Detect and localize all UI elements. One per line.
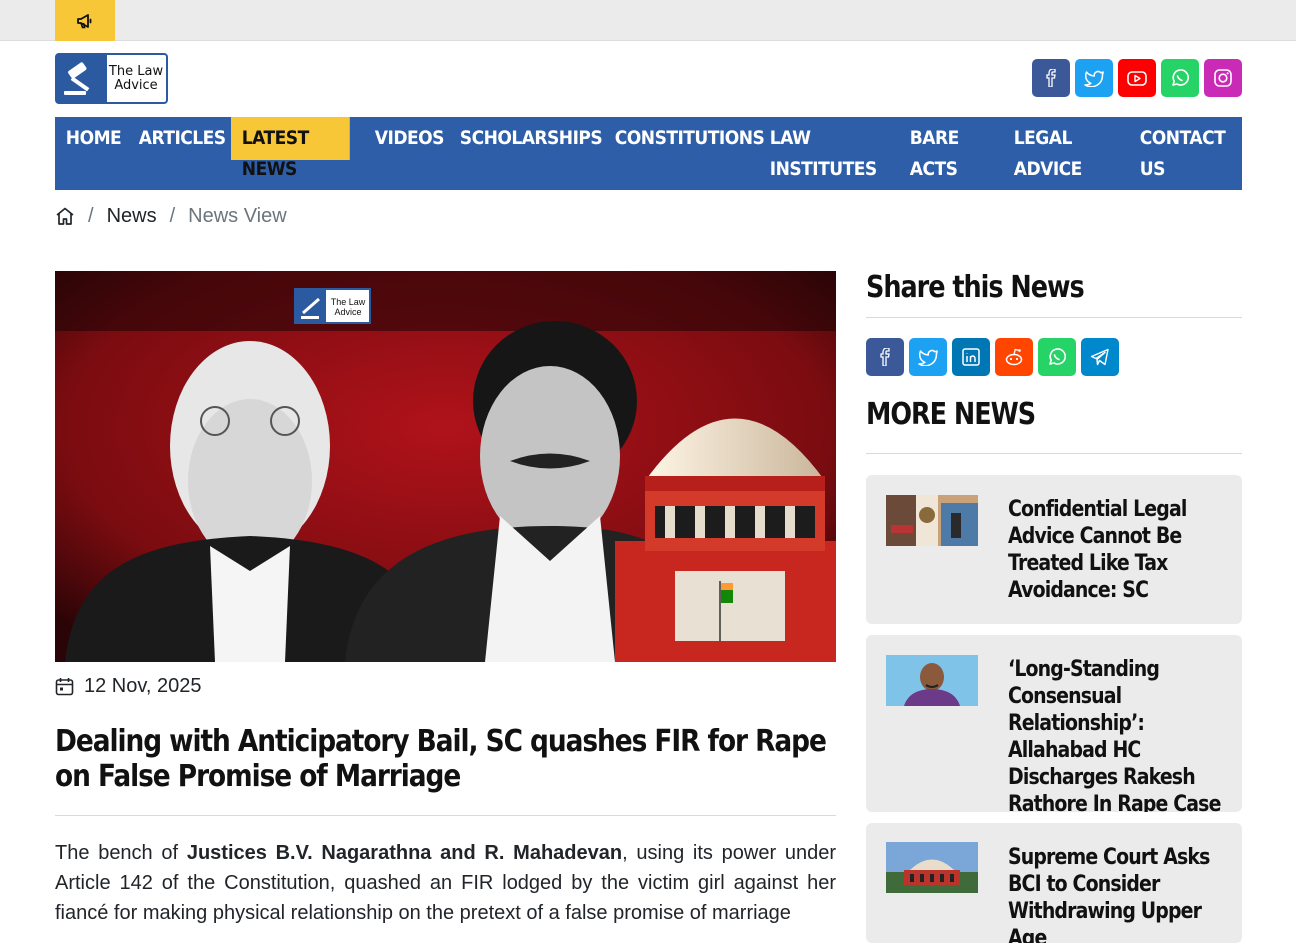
share-heading: Share this News [866,270,1085,305]
nav-item-videos[interactable]: VIDEOS [364,117,455,154]
hero-logo-line-1: The Law [330,297,366,307]
megaphone-icon [77,13,92,28]
share-buttons [866,338,1119,376]
breadcrumb-separator: / [169,204,176,227]
breadcrumb: / News / News View [55,202,287,230]
share-twitter-button[interactable] [909,338,947,376]
instagram-icon [1214,69,1232,87]
nav-item-legal-advice[interactable]: LEGAL ADVICE [1003,117,1102,185]
whatsapp-button[interactable] [1161,59,1199,97]
nav-item-law-institutes[interactable]: LAW INSTITUTES [759,117,877,185]
facebook-button[interactable] [1032,59,1070,97]
share-whatsapp-icon [1049,348,1067,365]
site-logo[interactable]: The Law Advice [55,53,168,104]
article-body-bold: Justices B.V. Nagarathna and R. Mahadeva… [186,842,623,864]
more-news-heading: MORE NEWS [866,397,1036,432]
logo-line-2: Advice [114,77,158,93]
announcement-bar [0,0,1296,41]
logo-text: The Law Advice [107,63,165,93]
breadcrumb-news-link[interactable]: News [107,205,157,228]
news-title[interactable]: Supreme Court Asks BCI to Consider Withd… [1008,844,1223,943]
breadcrumb-separator: / [88,204,94,227]
social-links [1032,59,1242,97]
nav-items: HOME ARTICLES LATEST NEWS VIDEOS SCHOLAR… [55,117,1242,190]
twitter-icon [1084,70,1104,87]
article-title: Dealing with Anticipatory Bail, SC quash… [55,724,827,794]
news-thumbnail [886,495,978,546]
nav-item-contact-us[interactable]: CONTACT US [1129,117,1228,185]
youtube-icon [1127,70,1147,86]
share-linkedin-icon [962,348,980,366]
nav-item-bare-acts[interactable]: BARE ACTS [899,117,989,185]
article-body-prefix: The bench of [55,842,187,864]
breadcrumb-current: News View [188,204,287,227]
news-title[interactable]: Confidential Legal Advice Cannot Be Trea… [1008,496,1223,604]
more-news-divider [866,453,1242,454]
instagram-button[interactable] [1204,59,1242,97]
news-card[interactable]: ‘Long-Standing Consensual Relationship’:… [866,635,1242,812]
home-icon[interactable] [55,207,75,225]
article-date: 12 Nov, 2025 [55,675,202,698]
whatsapp-icon [1172,69,1190,86]
gavel-icon [57,55,107,102]
calendar-icon [55,678,74,696]
news-card[interactable]: Supreme Court Asks BCI to Consider Withd… [866,823,1242,943]
share-whatsapp-button[interactable] [1038,338,1076,376]
youtube-button[interactable] [1118,59,1156,97]
logo-line-1: The Law [108,63,164,79]
news-title[interactable]: ‘Long-Standing Consensual Relationship’:… [1008,656,1223,812]
facebook-icon [1046,69,1056,87]
share-linkedin-button[interactable] [952,338,990,376]
title-divider [55,815,836,816]
share-reddit-icon [1005,348,1023,366]
share-twitter-icon [918,349,938,366]
share-telegram-button[interactable] [1081,338,1119,376]
nav-item-home[interactable]: HOME [55,117,132,154]
share-reddit-button[interactable] [995,338,1033,376]
site-header: The Law Advice [55,53,1242,105]
article-body: The bench of Justices B.V. Nagarathna an… [55,838,836,928]
hero-logo-text: The Law Advice [328,297,368,317]
hero-logo-line-2: Advice [334,307,362,317]
nav-item-scholarships[interactable]: SCHOLARSHIPS [449,117,613,154]
article-date-text: 12 Nov, 2025 [84,675,202,697]
share-divider [866,317,1242,318]
nav-item-latest-news[interactable]: LATEST NEWS [231,117,350,180]
news-thumbnail [886,842,978,893]
share-facebook-button[interactable] [866,338,904,376]
article-hero-image: The Law Advice [55,271,836,662]
share-facebook-icon [880,348,890,366]
share-telegram-icon [1090,348,1109,366]
twitter-button[interactable] [1075,59,1113,97]
news-thumbnail [886,655,978,706]
announcement-button[interactable] [55,0,115,41]
nav-item-articles[interactable]: ARTICLES [128,117,236,154]
nav-item-constitutions[interactable]: CONSTITUTIONS [604,117,775,154]
news-card[interactable]: Confidential Legal Advice Cannot Be Trea… [866,475,1242,624]
main-nav: HOME ARTICLES LATEST NEWS VIDEOS SCHOLAR… [55,117,1242,190]
